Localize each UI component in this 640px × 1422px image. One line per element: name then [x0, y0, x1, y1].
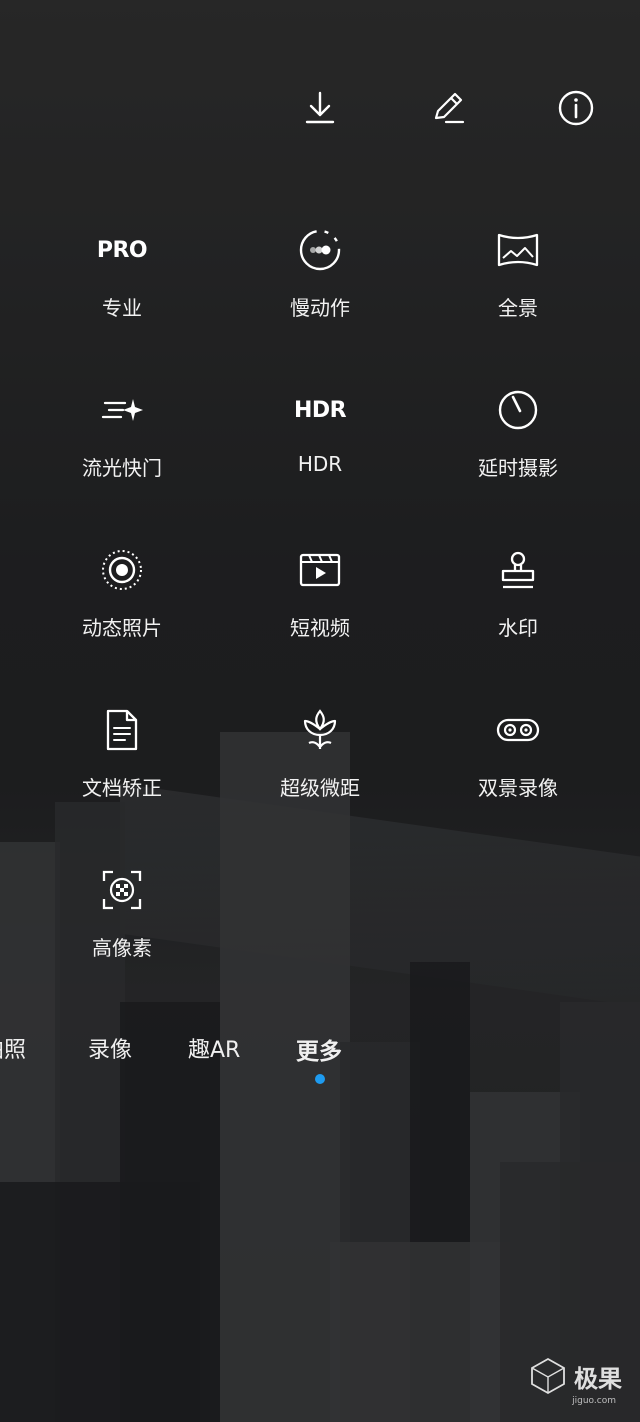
mode-time-lapse[interactable]: 延时摄影	[418, 386, 618, 496]
active-mode-indicator	[315, 1074, 325, 1084]
hdr-icon: HDR	[293, 397, 347, 423]
stamp-icon	[494, 546, 542, 594]
high-res-icon	[98, 866, 146, 914]
pro-icon: PRO	[96, 237, 148, 263]
mode-label: 双景录像	[478, 776, 558, 800]
mode-short-video[interactable]: 短视频	[220, 546, 420, 656]
mode-high-res[interactable]: 高像素	[22, 866, 222, 976]
download-button[interactable]	[296, 84, 344, 132]
edit-button[interactable]	[424, 84, 472, 132]
info-icon	[558, 90, 594, 126]
camera-mode-bar: 拍照 录像 趣AR 更多	[0, 1032, 640, 1092]
mode-label: 超级微距	[280, 776, 360, 800]
mode-label: 慢动作	[290, 296, 350, 320]
mode-label: 延时摄影	[478, 456, 558, 480]
watermark-text: 极果	[574, 1364, 622, 1393]
mode-hdr[interactable]: HDR HDR	[220, 386, 420, 496]
modebar-more[interactable]: 更多	[296, 1032, 342, 1066]
mode-dual-view[interactable]: 双景录像	[418, 706, 618, 816]
mode-moving-picture[interactable]: 动态照片	[22, 546, 222, 656]
mode-label: 高像素	[92, 936, 152, 960]
site-watermark: 极果 jiguo.com	[528, 1356, 622, 1406]
mode-pro[interactable]: PRO 专业	[22, 226, 222, 336]
mode-slow-motion[interactable]: 慢动作	[220, 226, 420, 336]
flower-icon	[296, 706, 344, 754]
mode-panorama[interactable]: 全景	[418, 226, 618, 336]
mode-label: 水印	[498, 616, 538, 640]
mode-super-macro[interactable]: 超级微距	[220, 706, 420, 816]
watermark-logo-icon	[531, 1357, 565, 1395]
moving-picture-icon	[98, 546, 146, 594]
short-video-icon	[296, 546, 344, 594]
mode-document-scan[interactable]: 文档矫正	[22, 706, 222, 816]
modebar-photo[interactable]: 拍照	[0, 1032, 26, 1064]
top-toolbar	[0, 84, 640, 132]
mode-watermark[interactable]: 水印	[418, 546, 618, 656]
info-button[interactable]	[552, 84, 600, 132]
light-painting-icon	[98, 386, 146, 434]
download-icon	[305, 91, 335, 124]
mode-light-painting[interactable]: 流光快门	[22, 386, 222, 496]
modebar-video[interactable]: 录像	[88, 1032, 132, 1064]
mode-label: 专业	[102, 296, 142, 320]
mode-label: 全景	[498, 296, 538, 320]
timer-icon	[494, 386, 542, 434]
mode-label: 动态照片	[82, 616, 162, 640]
watermark-sub: jiguo.com	[572, 1396, 616, 1406]
slow-motion-icon	[296, 226, 344, 274]
modebar-ar[interactable]: 趣AR	[188, 1032, 240, 1064]
mode-label: 文档矫正	[82, 776, 162, 800]
document-icon	[98, 706, 146, 754]
panorama-icon	[494, 226, 542, 274]
mode-label: 流光快门	[82, 456, 162, 480]
edit-icon	[434, 92, 465, 124]
mode-label: 短视频	[290, 616, 350, 640]
mode-label: HDR	[297, 452, 343, 476]
dual-view-icon	[494, 706, 542, 754]
